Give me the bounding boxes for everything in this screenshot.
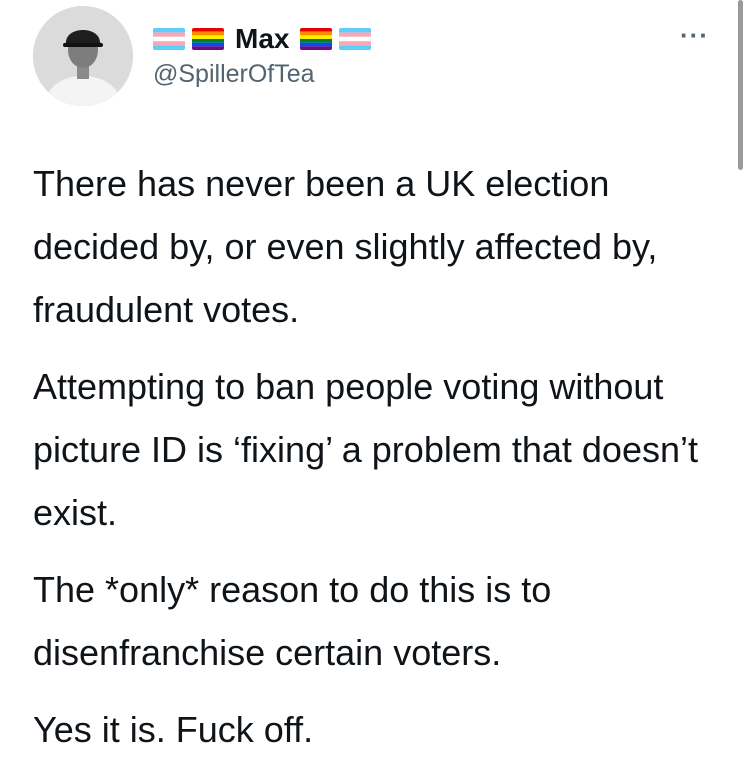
tweet-paragraph: Yes it is. Fuck off. [33,709,314,750]
user-handle[interactable]: @SpillerOfTea [153,60,315,89]
trans-flag-icon [339,28,372,50]
tweet-text: There has never been a UK election decid… [33,152,723,775]
display-name[interactable]: Max [235,23,289,55]
scrollbar[interactable] [738,0,743,170]
tweet-paragraph: Attempting to ban people voting without … [33,366,698,533]
avatar[interactable] [33,6,133,106]
more-options-button[interactable]: ··· [680,20,709,51]
tweet: Max @SpillerOfTea ··· There has never be… [0,0,750,766]
name-row: Max [153,22,372,56]
tweet-paragraph: The *only* reason to do this is to disen… [33,569,552,673]
trans-flag-icon [153,28,185,50]
pride-flag-icon [300,28,333,50]
profile-photo-icon [33,6,133,106]
tweet-paragraph: There has never been a UK election decid… [33,163,658,330]
pride-flag-icon [192,28,224,50]
